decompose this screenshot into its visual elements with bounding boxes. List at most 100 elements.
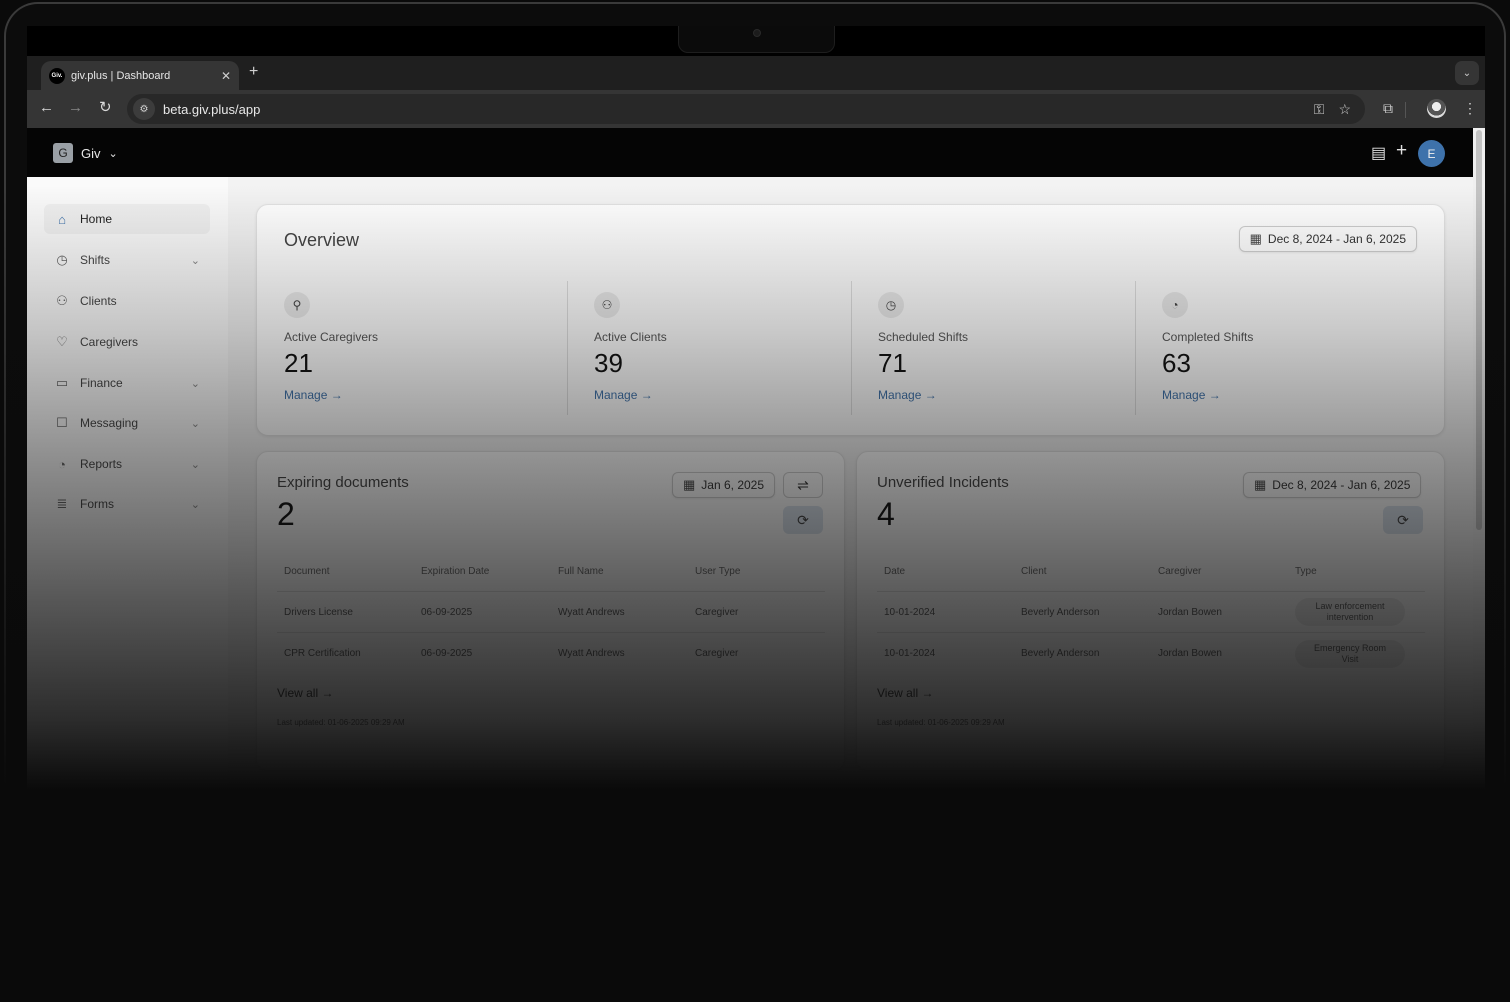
- sidebar-item-label: Shifts: [80, 253, 111, 267]
- table-cell: Beverly Anderson: [1021, 606, 1100, 618]
- table-row[interactable]: 10-01-2024 Beverly Anderson Jordan Bowen Em…: [877, 633, 1425, 674]
- chevron-down-icon[interactable]: ⌄: [191, 254, 200, 267]
- table-cell: CPR Certification: [284, 648, 361, 659]
- reports-icon: ◔: [58, 456, 66, 472]
- back-icon[interactable]: ←: [39, 100, 54, 116]
- password-key-icon[interactable]: ⚿: [1314, 101, 1325, 118]
- stat-label: Active Caregivers: [284, 330, 379, 344]
- manage-link[interactable]: Manage →: [1162, 388, 1221, 402]
- sidebar-item-home[interactable]: ⌂ Home: [44, 204, 210, 234]
- column-header: Expiration Date: [421, 566, 490, 577]
- expiring-documents-count: 2: [277, 496, 295, 532]
- extensions-icon[interactable]: ⧉: [1383, 100, 1393, 117]
- sidebar-item-label: Reports: [80, 457, 123, 471]
- tab-title: giv.plus | Dashboard: [71, 69, 171, 82]
- last-updated-text: Last updated: 01-06-2025 09:29 AM: [277, 718, 405, 727]
- shifts-icon: ◷: [56, 252, 68, 267]
- filter-button[interactable]: ⇌: [783, 472, 823, 498]
- page-scrollbar[interactable]: [1473, 128, 1485, 1002]
- chat-icon[interactable]: ▤: [1371, 143, 1386, 163]
- table-row[interactable]: CPR Certification 06-09-2025 Wyatt Andrews…: [277, 633, 825, 674]
- calendar-icon: ▦: [1249, 231, 1262, 246]
- sidebar-item-forms[interactable]: ≣ Forms ⌄: [44, 489, 210, 519]
- address-bar[interactable]: ⚙ beta.giv.plus/app ⚿ ☆: [127, 94, 1365, 124]
- stat-label: Completed Shifts: [1162, 330, 1254, 344]
- chevron-down-icon[interactable]: ⌄: [191, 417, 200, 430]
- manage-link[interactable]: Manage →: [878, 388, 937, 402]
- refresh-button[interactable]: ⟳: [783, 506, 823, 534]
- table-cell: Jordan Bowen: [1158, 606, 1222, 618]
- sidebar-item-finance[interactable]: ▭ Finance ⌄: [44, 368, 210, 398]
- table-row[interactable]: 10-01-2024 Beverly Anderson Jordan Bowen La…: [877, 592, 1425, 633]
- chevron-down-icon[interactable]: ⌄: [191, 498, 200, 511]
- user-avatar[interactable]: E: [1418, 140, 1445, 167]
- tab-search-button[interactable]: ⌄: [1455, 61, 1479, 85]
- column-header: Type: [1295, 566, 1317, 577]
- table-cell: 06-09-2025: [421, 606, 473, 618]
- manage-link[interactable]: Manage →: [284, 388, 343, 402]
- table-cell: 06-09-2025: [421, 648, 473, 659]
- browser-profile-avatar[interactable]: [1427, 99, 1446, 118]
- refresh-icon: ⟳: [1397, 511, 1409, 528]
- scrollbar-thumb[interactable]: [1476, 130, 1482, 530]
- sidebar-item-reports[interactable]: ◔ Reports ⌄: [44, 449, 210, 479]
- browser-tab[interactable]: Giv. giv.plus | Dashboard ✕: [41, 61, 239, 90]
- chevron-down-icon[interactable]: ⌄: [191, 458, 200, 471]
- sidebar-item-clients[interactable]: ⚇ Clients: [44, 286, 210, 316]
- incident-type-badge: Emergency Room Visit: [1295, 639, 1405, 668]
- chevron-down-icon[interactable]: ⌄: [191, 377, 200, 390]
- refresh-button[interactable]: ⟳: [1383, 506, 1423, 534]
- reload-icon[interactable]: ↻: [99, 100, 112, 116]
- new-tab-button[interactable]: +: [249, 63, 258, 81]
- sidebar: ⌂ Home ◷ Shifts ⌄ ⚇ Clients ♡ Caregivers ▭ Finance…: [27, 177, 228, 1002]
- table-cell: Wyatt Andrews: [558, 606, 625, 618]
- view-all-incidents-link[interactable]: View all →: [877, 686, 933, 700]
- url-text[interactable]: beta.giv.plus/app: [163, 102, 1314, 117]
- column-header: Date: [884, 566, 906, 577]
- clock-icon: ◷: [878, 292, 904, 318]
- stat-value: 39: [594, 348, 623, 378]
- manage-link[interactable]: Manage →: [594, 388, 653, 402]
- bookmark-star-icon[interactable]: ☆: [1338, 101, 1351, 118]
- table-row[interactable]: Drivers License 06-09-2025 Wyatt Andrews Ca…: [277, 592, 825, 633]
- calendar-icon: ▦: [1254, 477, 1267, 492]
- org-logo: G: [53, 143, 73, 163]
- expiring-date-button[interactable]: ▦ Jan 6, 2025: [672, 472, 776, 498]
- unverified-incidents-count: 4: [877, 496, 895, 532]
- date-range-label: Dec 8, 2024 - Jan 6, 2025: [1272, 478, 1411, 492]
- table-cell: Jordan Bowen: [1158, 648, 1222, 659]
- forward-icon[interactable]: →: [68, 100, 83, 116]
- incidents-date-range-button[interactable]: ▦ Dec 8, 2024 - Jan 6, 2025: [1243, 472, 1422, 498]
- chevron-down-icon: ⌄: [108, 147, 118, 160]
- app-body: ⌂ Home ◷ Shifts ⌄ ⚇ Clients ♡ Caregivers ▭ Finance…: [27, 177, 1473, 1002]
- sidebar-item-label: Forms: [80, 497, 114, 511]
- column-header: Caregiver: [1158, 566, 1202, 577]
- table-header: Document Expiration Date Full Name User Typ…: [277, 552, 825, 592]
- table-cell: Caregiver: [695, 606, 739, 618]
- overview-date-range-button[interactable]: ▦ Dec 8, 2024 - Jan 6, 2025: [1238, 226, 1417, 252]
- site-info-icon[interactable]: ⚙: [133, 98, 155, 120]
- add-user-icon: ⚲: [284, 292, 310, 318]
- org-switcher[interactable]: G Giv ⌄: [53, 143, 118, 163]
- overview-title: Overview: [284, 230, 360, 250]
- favicon-icon: Giv.: [49, 67, 65, 84]
- sidebar-item-messaging[interactable]: ☐ Messaging ⌄: [44, 408, 210, 438]
- browser-menu-icon[interactable]: ⋮: [1463, 100, 1477, 117]
- refresh-icon: ⟳: [797, 511, 809, 528]
- sidebar-item-shifts[interactable]: ◷ Shifts ⌄: [44, 245, 210, 275]
- camera-icon: [753, 29, 761, 37]
- expiring-documents-card: Expiring documents 2 ▦ Jan 6, 2025 ⇌ ⟳ D…: [256, 451, 845, 771]
- expiring-documents-table: Document Expiration Date Full Name User Typ…: [277, 552, 825, 674]
- incident-type-badge: Law enforcement intervention: [1295, 598, 1405, 626]
- table-header: Date Client Caregiver Type: [877, 552, 1425, 592]
- unverified-incidents-table: Date Client Caregiver Type 10-01-2024 Beverly…: [877, 552, 1425, 674]
- messaging-icon: ☐: [56, 415, 68, 430]
- column-header: Document: [284, 566, 330, 577]
- sliders-icon: ⇌: [797, 476, 809, 493]
- date-range-label: Dec 8, 2024 - Jan 6, 2025: [1267, 232, 1406, 246]
- overview-card: Overview ▦ Dec 8, 2024 - Jan 6, 2025 ⚲ Ac…: [256, 204, 1445, 436]
- close-tab-icon[interactable]: ✕: [221, 69, 231, 83]
- add-icon[interactable]: +: [1396, 140, 1407, 162]
- sidebar-item-caregivers[interactable]: ♡ Caregivers: [44, 327, 210, 357]
- view-all-documents-link[interactable]: View all →: [277, 686, 333, 700]
